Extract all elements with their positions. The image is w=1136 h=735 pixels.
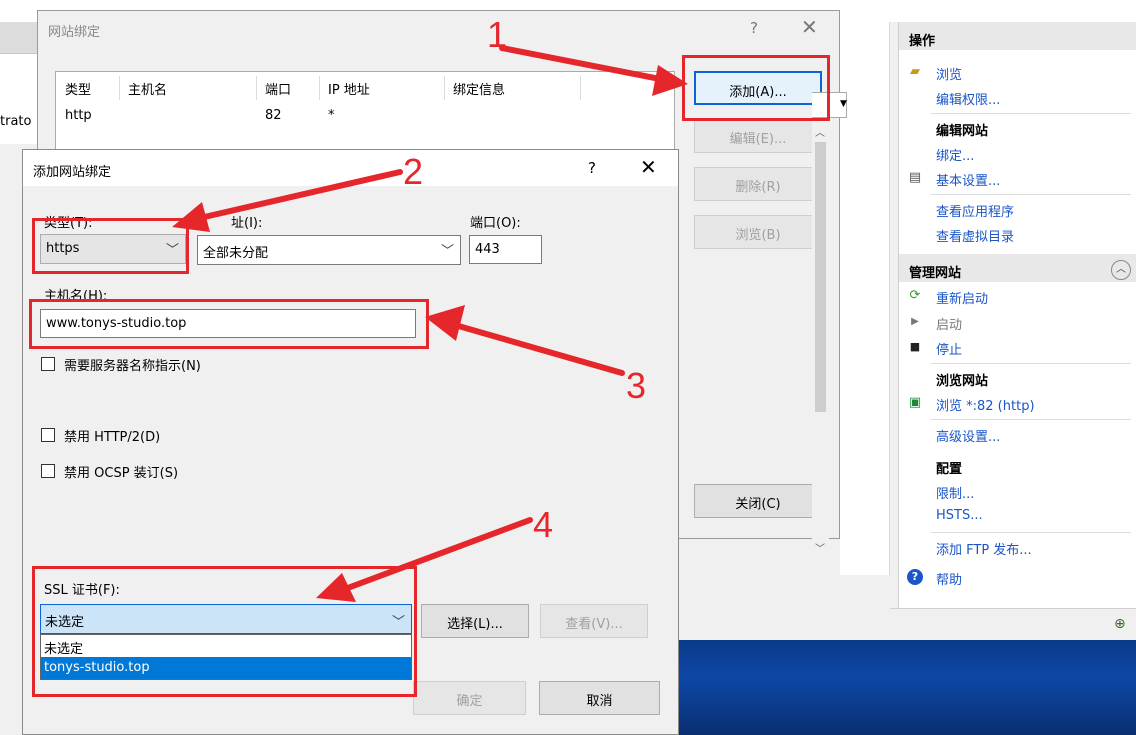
annotation-label-1: 1	[487, 14, 508, 55]
table-row-ip[interactable]: *	[328, 108, 335, 123]
action-limits[interactable]: 限制...	[936, 483, 974, 502]
annotation-label-4: 4	[533, 504, 554, 545]
start-icon: ▶	[911, 316, 919, 327]
action-restart[interactable]: 重新启动	[936, 288, 988, 307]
port-label: 端口(O):	[470, 216, 521, 231]
action-add-ftp[interactable]: 添加 FTP 发布...	[936, 539, 1032, 558]
column-header-host[interactable]: 主机名	[128, 79, 167, 98]
disable-http2-checkbox[interactable]	[41, 428, 55, 442]
action-help[interactable]: 帮助	[936, 569, 962, 588]
column-separator	[444, 76, 445, 100]
table-row-port[interactable]: 82	[265, 108, 282, 123]
ip-select-value: 全部未分配	[203, 246, 269, 261]
table-row-type[interactable]: http	[65, 108, 92, 123]
disable-ocsp-label: 禁用 OCSP 装订(S)	[64, 466, 179, 481]
actions-header: 操作	[899, 22, 1136, 50]
annotation-label-2: 2	[403, 151, 424, 192]
action-browse-port[interactable]: 浏览 *:82 (http)	[936, 395, 1035, 414]
browse-button[interactable]: 浏览(B)	[694, 215, 822, 249]
action-start[interactable]: 启动	[936, 314, 962, 333]
remove-button[interactable]: 删除(R)	[694, 167, 822, 201]
help-icon[interactable]: ?	[588, 159, 596, 177]
browser-window-icon: ▣	[908, 395, 922, 410]
scroll-down-icon[interactable]: ﹀	[815, 540, 825, 555]
action-edit-permissions[interactable]: 编辑权限...	[936, 89, 1000, 108]
disable-http2-label: 禁用 HTTP/2(D)	[64, 430, 161, 445]
action-view-applications[interactable]: 查看应用程序	[936, 201, 1014, 220]
column-header-info[interactable]: 绑定信息	[453, 79, 505, 98]
action-stop[interactable]: 停止	[936, 339, 962, 358]
restart-icon: ⟳	[909, 288, 921, 303]
help-icon: ?	[907, 569, 923, 585]
help-icon[interactable]: ?	[750, 19, 758, 37]
action-browse[interactable]: 浏览	[936, 64, 962, 83]
dialog-titlebar	[23, 150, 678, 186]
separator	[931, 532, 1131, 533]
status-bar	[890, 608, 1136, 640]
chevron-down-icon: ﹀	[440, 244, 454, 259]
sni-checkbox[interactable]	[41, 357, 55, 371]
desktop-background	[678, 640, 1136, 735]
background-partial-text: trato	[0, 114, 32, 129]
ip-label: 址(I):	[231, 216, 263, 231]
annotation-label-3: 3	[626, 365, 647, 406]
column-separator	[580, 76, 581, 100]
column-header-ip[interactable]: IP 地址	[328, 79, 370, 98]
edit-site-header: 编辑网站	[936, 124, 989, 139]
annotation-box-ssl	[32, 566, 417, 697]
stop-icon: ■	[909, 340, 921, 353]
config-header: 配置	[936, 462, 963, 477]
close-button[interactable]: 关闭(C)	[694, 484, 822, 518]
cancel-button[interactable]: 取消	[539, 681, 660, 715]
browse-folder-icon: ▰	[910, 64, 920, 79]
view-cert-button[interactable]: 查看(V)...	[540, 604, 648, 638]
close-icon[interactable]: ✕	[640, 155, 657, 179]
background-toolbar-strip	[0, 22, 40, 54]
scroll-up-icon[interactable]: ︿	[815, 124, 825, 139]
action-bindings[interactable]: 绑定...	[936, 145, 974, 164]
separator	[931, 113, 1131, 114]
background-left-pane	[0, 54, 40, 144]
action-basic-settings[interactable]: 基本设置...	[936, 170, 1000, 189]
scroll-thumb[interactable]	[815, 142, 826, 412]
column-header-port[interactable]: 端口	[265, 79, 291, 98]
port-input[interactable]: 443	[469, 235, 542, 264]
dialog-title: 添加网站绑定	[33, 165, 112, 180]
action-hsts[interactable]: HSTS...	[936, 508, 983, 523]
annotation-box-type	[32, 218, 189, 274]
manage-site-header: 管理网站	[899, 254, 1136, 282]
edit-button[interactable]: 编辑(E)...	[694, 119, 822, 153]
separator	[931, 194, 1131, 195]
column-separator	[256, 76, 257, 100]
network-tray-icon[interactable]: ⊕	[1114, 616, 1132, 634]
action-view-virtual-dirs[interactable]: 查看虚拟目录	[936, 226, 1014, 245]
annotation-box-host	[29, 299, 429, 349]
sni-label: 需要服务器名称指示(N)	[64, 359, 201, 374]
column-header-type[interactable]: 类型	[65, 79, 91, 98]
separator	[931, 363, 1131, 364]
collapse-icon[interactable]: ︿	[1111, 260, 1131, 280]
disable-ocsp-checkbox[interactable]	[41, 464, 55, 478]
ok-button[interactable]: 确定	[413, 681, 526, 715]
browse-site-header: 浏览网站	[936, 374, 989, 389]
background-scrollbar[interactable]: ︿ ﹀	[812, 120, 829, 560]
ip-select[interactable]: 全部未分配 ﹀	[197, 235, 461, 265]
settings-page-icon: ▤	[908, 170, 922, 185]
separator	[931, 419, 1131, 420]
actions-panel: 操作 ▰ 浏览 编辑权限... 编辑网站 绑定... ▤ 基本设置... 查看应…	[898, 22, 1136, 608]
dialog-title: 网站绑定	[48, 25, 101, 40]
annotation-box-add	[682, 55, 830, 121]
background-content-pane	[840, 22, 890, 575]
column-separator	[119, 76, 120, 100]
select-cert-button[interactable]: 选择(L)...	[421, 604, 529, 638]
column-separator	[319, 76, 320, 100]
action-advanced-settings[interactable]: 高级设置...	[936, 426, 1000, 445]
close-icon[interactable]: ✕	[801, 15, 818, 39]
